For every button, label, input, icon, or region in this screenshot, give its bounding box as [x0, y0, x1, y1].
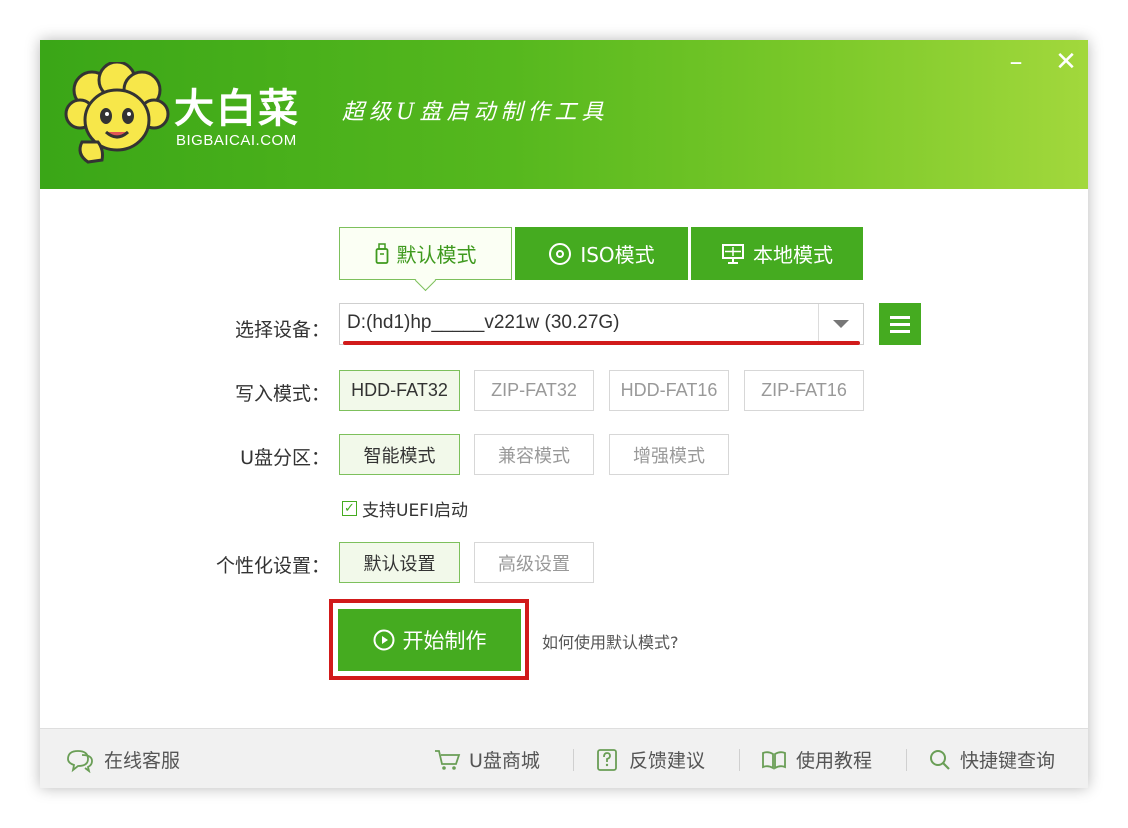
red-underline-annotation — [343, 341, 860, 345]
footer-divider — [573, 749, 574, 771]
footer-bar: 在线客服 U盘商城 反馈建议 使用教程 快捷键查询 — [40, 728, 1088, 788]
write-mode-zip-fat16[interactable]: ZIP-FAT16 — [744, 370, 864, 411]
chevron-down-icon — [833, 320, 849, 328]
shortcuts-label: 快捷键查询 — [960, 750, 1056, 772]
tab-default-label: 默认模式 — [396, 243, 477, 267]
partition-compatible-mode[interactable]: 兼容模式 — [474, 434, 594, 475]
write-mode-hdd-fat32[interactable]: HDD-FAT32 — [339, 370, 460, 411]
minimize-button[interactable]: – — [1000, 46, 1032, 78]
hamburger-icon — [890, 315, 910, 319]
search-icon — [928, 748, 952, 772]
tab-default-mode[interactable]: 默认模式 — [339, 227, 512, 280]
personalize-label: 个性化设置： — [215, 555, 330, 577]
brand-name: 大白菜 — [174, 86, 300, 132]
shop-label: U盘商城 — [469, 750, 540, 772]
close-button[interactable]: ✕ — [1050, 46, 1082, 78]
write-mode-label: 写入模式： — [234, 383, 330, 405]
monitor-icon — [721, 243, 745, 265]
uefi-label: 支持UEFI启动 — [362, 501, 468, 521]
mode-tabs: 默认模式 ISO模式 本地模式 — [339, 227, 863, 280]
feedback-link[interactable]: 反馈建议 — [595, 746, 705, 773]
device-menu-button[interactable] — [879, 303, 921, 345]
app-window: 大白菜 BIGBAICAI.COM 超级U盘启动制作工具 – ✕ 默认模式 IS… — [40, 40, 1088, 788]
tab-iso-label: ISO模式 — [580, 243, 655, 267]
footer-divider — [906, 749, 907, 771]
tab-iso-mode[interactable]: ISO模式 — [515, 227, 688, 280]
uefi-checkbox[interactable]: ✓ 支持UEFI启动 — [342, 496, 468, 521]
device-dropdown-button[interactable] — [818, 304, 863, 344]
brand-domain: BIGBAICAI.COM — [176, 132, 297, 149]
usb-drive-icon — [375, 242, 389, 265]
partition-label: U盘分区： — [240, 447, 330, 469]
help-link[interactable]: 如何使用默认模式? — [542, 629, 679, 653]
online-service-label: 在线客服 — [104, 750, 181, 772]
tab-local-label: 本地模式 — [753, 243, 833, 267]
partition-enhanced-mode[interactable]: 增强模式 — [609, 434, 729, 475]
online-service-link[interactable]: 在线客服 — [64, 746, 180, 773]
feedback-note-icon — [595, 747, 621, 773]
disc-icon — [548, 242, 572, 266]
write-mode-zip-fat32[interactable]: ZIP-FAT32 — [474, 370, 594, 411]
partition-smart-mode[interactable]: 智能模式 — [339, 434, 460, 475]
device-select[interactable]: D:(hd1)hp_____v221w (30.27G) — [339, 303, 864, 345]
open-book-icon — [760, 748, 788, 772]
tab-local-mode[interactable]: 本地模式 — [691, 227, 863, 280]
cabbage-mascot-logo — [64, 62, 170, 164]
play-icon — [373, 629, 395, 651]
chat-bubble-icon — [64, 747, 96, 773]
tutorial-label: 使用教程 — [796, 750, 873, 772]
shop-link[interactable]: U盘商城 — [433, 746, 540, 773]
write-mode-hdd-fat16[interactable]: HDD-FAT16 — [609, 370, 729, 411]
header-banner: 大白菜 BIGBAICAI.COM 超级U盘启动制作工具 – ✕ — [40, 40, 1088, 189]
tutorial-link[interactable]: 使用教程 — [760, 746, 872, 773]
start-button-label: 开始制作 — [402, 629, 487, 653]
personalize-default[interactable]: 默认设置 — [339, 542, 460, 583]
device-label: 选择设备： — [234, 319, 330, 341]
feedback-label: 反馈建议 — [629, 750, 706, 772]
personalize-advanced[interactable]: 高级设置 — [474, 542, 594, 583]
shortcuts-link[interactable]: 快捷键查询 — [928, 746, 1055, 773]
footer-divider — [739, 749, 740, 771]
device-value: D:(hd1)hp_____v221w (30.27G) — [347, 312, 620, 333]
shopping-cart-icon — [433, 748, 461, 772]
start-button[interactable]: 开始制作 — [338, 609, 521, 671]
checkmark-icon: ✓ — [342, 501, 357, 516]
brand-slogan: 超级U盘启动制作工具 — [342, 100, 609, 125]
